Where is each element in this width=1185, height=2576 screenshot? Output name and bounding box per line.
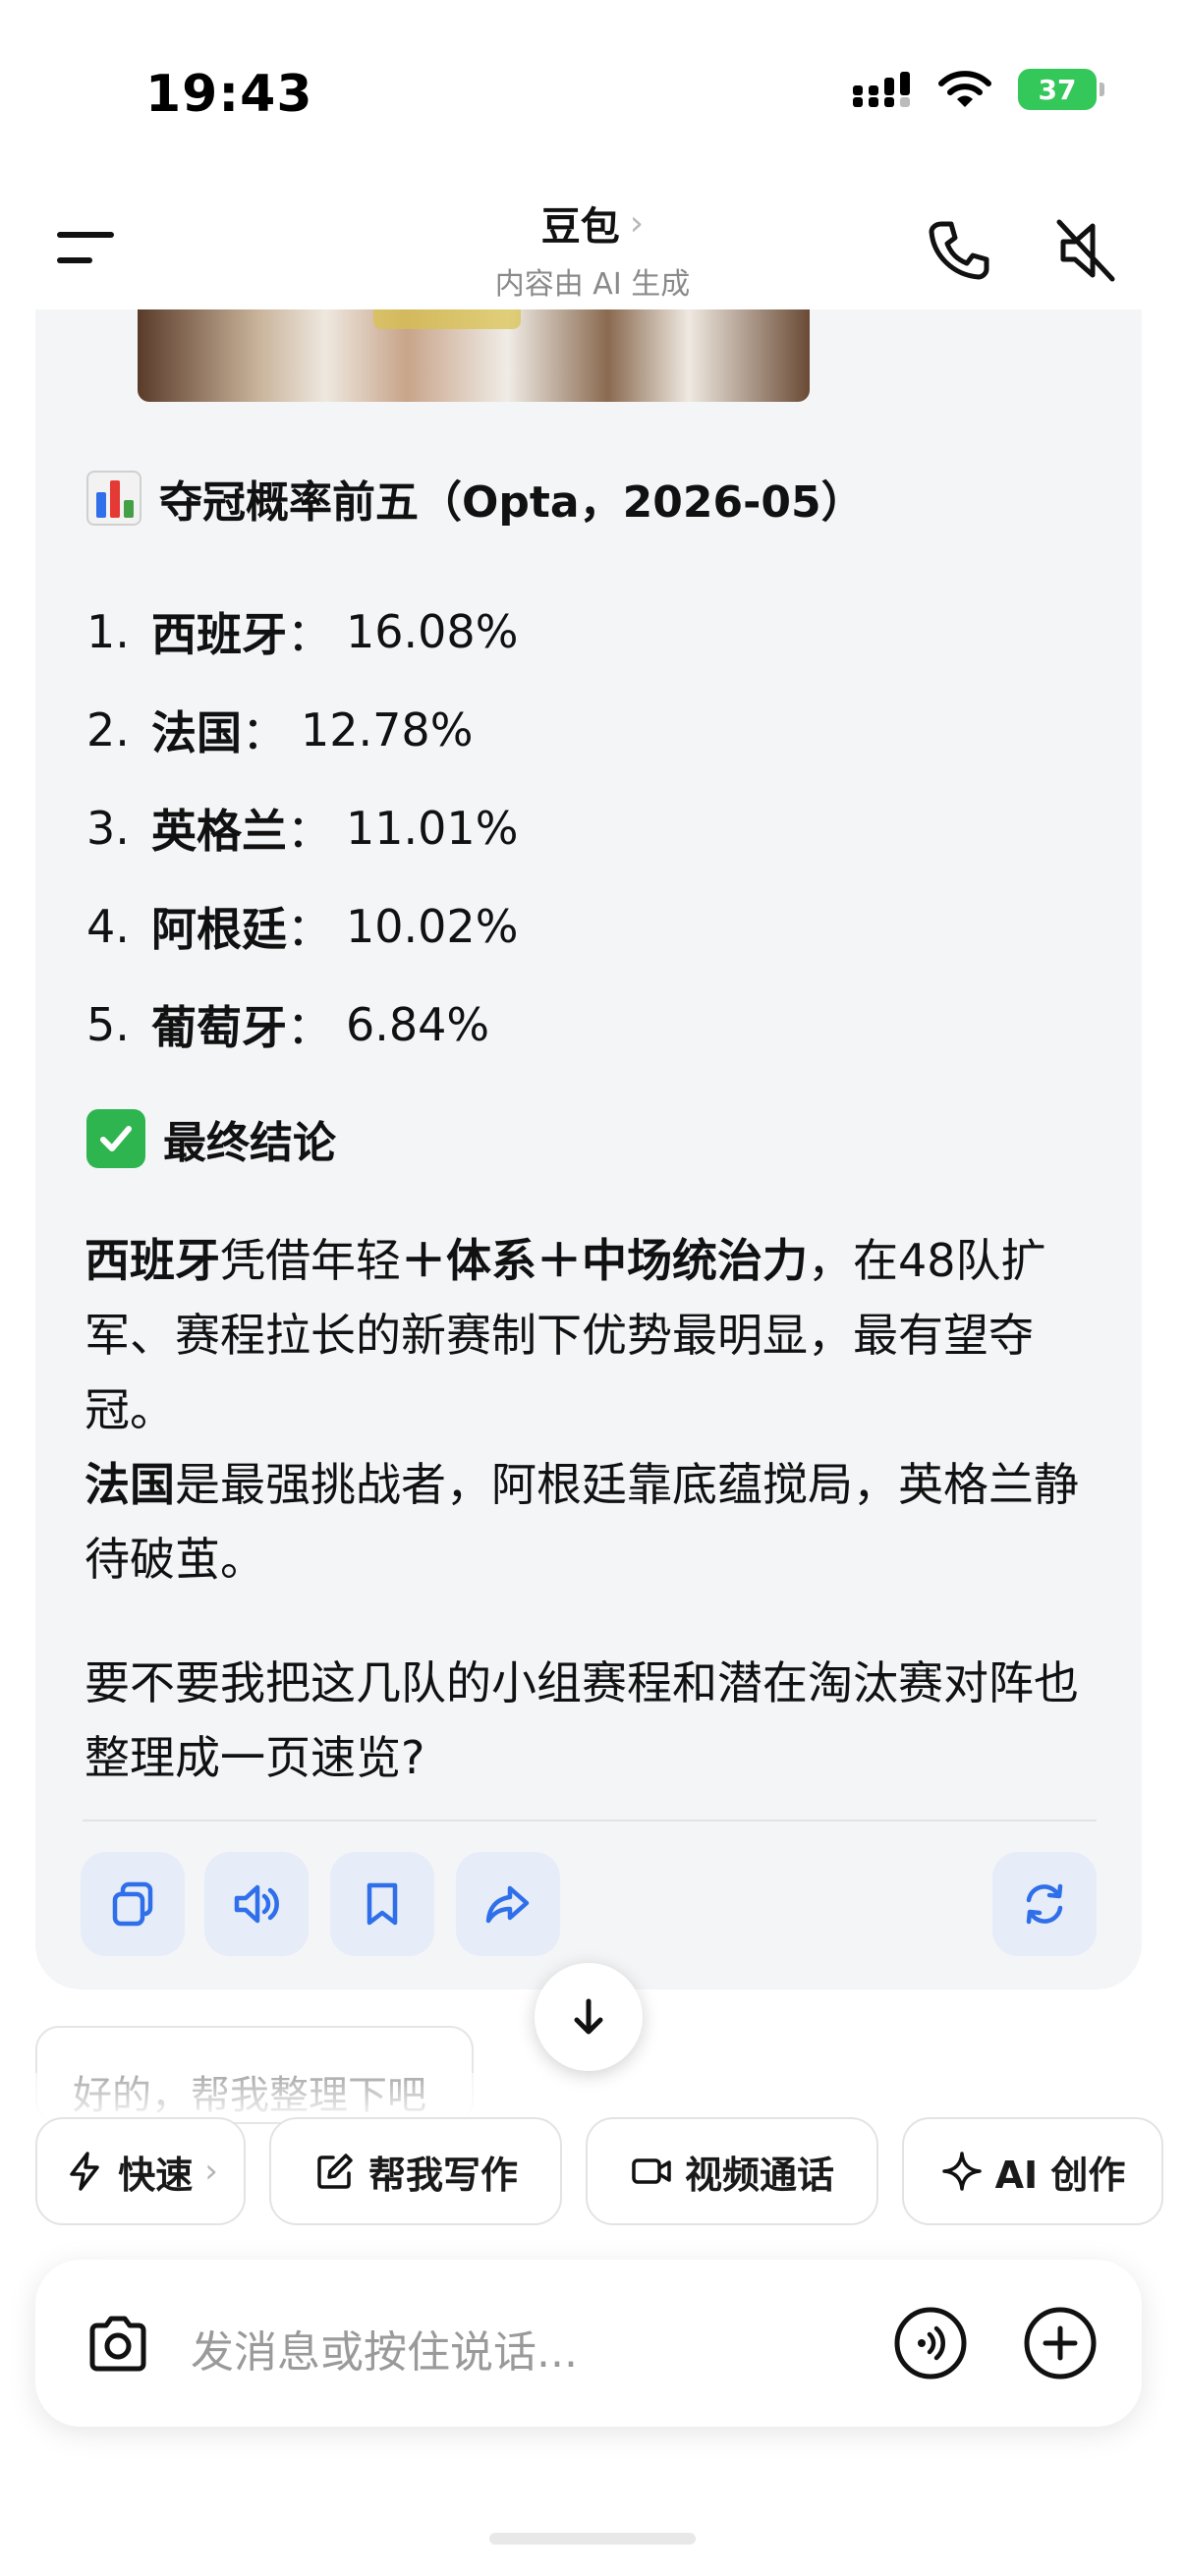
separator: ： <box>287 608 332 661</box>
edit-icon <box>317 2154 353 2189</box>
chevron-right-icon: › <box>204 2152 218 2191</box>
fade-overlay <box>0 2073 1185 2122</box>
section-heading-conclusion: 最终结论 <box>86 1107 336 1170</box>
voice-input-icon[interactable] <box>892 2305 969 2381</box>
ranking-item: 4. 阿根廷 ： 10.02% <box>86 877 518 976</box>
probability: 12.78% <box>301 703 474 756</box>
app-screen: 19:43 37 豆包 › 内容由 AI 生成 夺冠概率前五（Opta，2026… <box>0 0 1185 2576</box>
speaker-icon <box>234 1884 279 1924</box>
nav-title[interactable]: 豆包 › <box>541 195 644 252</box>
team-name: 英格兰 <box>151 805 287 858</box>
divider <box>83 1820 1097 1821</box>
sparkle-icon <box>941 2152 982 2191</box>
status-icons: 37 <box>851 69 1104 110</box>
camera-icon[interactable] <box>83 2309 153 2380</box>
section-heading-ranking: 夺冠概率前五（Opta，2026-05） <box>86 467 865 530</box>
chip-label: 视频通话 <box>684 2153 834 2197</box>
section-title-text: 夺冠概率前五（Opta，2026-05） <box>159 477 865 528</box>
separator: ： <box>287 1001 332 1054</box>
probability: 11.01% <box>346 802 519 855</box>
text: 凭借年轻 <box>220 1234 401 1287</box>
rank-number: 3. <box>86 802 130 855</box>
status-bar: 19:43 37 <box>0 0 1185 187</box>
rank-number: 4. <box>86 900 130 953</box>
regenerate-button[interactable] <box>992 1852 1097 1956</box>
nav-title-group[interactable]: 豆包 › 内容由 AI 生成 <box>0 195 1185 303</box>
speaker-muted-icon[interactable] <box>1053 216 1118 285</box>
phone-icon[interactable] <box>924 216 992 285</box>
nav-header: 豆包 › 内容由 AI 生成 <box>0 187 1185 309</box>
status-time: 19:43 <box>145 65 313 124</box>
message-input[interactable]: 发消息或按住说话... <box>191 2317 578 2380</box>
ranking-item: 2. 法国 ： 12.78% <box>86 681 518 779</box>
follow-up-question: 要不要我把这几队的小组赛程和潜在淘汰赛对阵也整理成一页速览? <box>85 1656 1079 1784</box>
bookmark-button[interactable] <box>330 1852 434 1956</box>
conclusion-paragraph-1: 西班牙凭借年轻＋体系＋中场统治力，在48队扩军、赛程拉长的新赛制下优势最明显，最… <box>85 1223 1106 1447</box>
read-aloud-button[interactable] <box>204 1852 309 1956</box>
image-caption-overlay <box>373 309 521 329</box>
section-title-text: 最终结论 <box>163 1118 336 1168</box>
ranking-item: 5. 葡萄牙 ： 6.84% <box>86 976 518 1074</box>
bot-name: 豆包 <box>540 204 620 250</box>
rank-number: 5. <box>86 998 130 1051</box>
share-icon <box>485 1885 530 1924</box>
bold-text: 西班牙 <box>85 1234 220 1287</box>
video-camera-icon <box>632 2158 671 2184</box>
chip-label: AI 创作 <box>994 2153 1126 2197</box>
share-button[interactable] <box>456 1852 560 1956</box>
team-name: 西班牙 <box>151 608 287 661</box>
nav-subtitle: 内容由 AI 生成 <box>494 267 691 302</box>
arrow-down-icon <box>574 1998 603 2035</box>
battery-level: 37 <box>1038 73 1077 106</box>
separator: ： <box>287 805 332 858</box>
text: 是最强挑战者，阿根廷靠底蕴搅局，英格兰静待破茧。 <box>85 1458 1079 1586</box>
lightning-icon <box>70 2152 99 2191</box>
battery-icon: 37 <box>1018 69 1104 110</box>
ranking-item: 3. 英格兰 ： 11.01% <box>86 779 518 877</box>
separator: ： <box>287 903 332 956</box>
fast-mode-chip[interactable]: 快速 › <box>35 2117 246 2225</box>
team-name: 葡萄牙 <box>151 1001 287 1054</box>
probability: 6.84% <box>346 998 490 1051</box>
message-input-bar: 发消息或按住说话... <box>35 2260 1142 2427</box>
ranking-item: 1. 西班牙 ： 16.08% <box>86 583 518 681</box>
cellular-signal-icon <box>853 72 910 107</box>
plus-icon[interactable] <box>1022 2305 1099 2381</box>
scroll-to-bottom-button[interactable] <box>535 1963 643 2071</box>
home-indicator <box>489 2533 696 2545</box>
bar-chart-emoji-icon <box>86 471 141 526</box>
message-image[interactable] <box>138 309 810 402</box>
rank-number: 2. <box>86 703 130 756</box>
chevron-right-icon: › <box>629 202 645 244</box>
chip-label: 快速 <box>118 2153 194 2197</box>
bookmark-icon <box>367 1882 398 1926</box>
team-name: 法国 <box>151 706 242 759</box>
rank-number: 1. <box>86 605 130 658</box>
ai-create-chip[interactable]: AI 创作 <box>902 2117 1163 2225</box>
probability: 16.08% <box>346 605 519 658</box>
video-call-chip[interactable]: 视频通话 <box>586 2117 878 2225</box>
conclusion-paragraph-2: 法国是最强挑战者，阿根廷靠底蕴搅局，英格兰静待破茧。 <box>85 1447 1106 1596</box>
ranking-list: 1. 西班牙 ： 16.08% 2. 法国 ： 12.78% 3. 英格兰 ： … <box>86 583 518 1074</box>
bold-text: 法国 <box>85 1458 175 1511</box>
copy-button[interactable] <box>81 1852 185 1956</box>
team-name: 阿根廷 <box>151 903 287 956</box>
bold-text: ＋体系＋中场统治力 <box>401 1234 808 1287</box>
probability: 10.02% <box>346 900 519 953</box>
copy-icon <box>112 1881 153 1927</box>
chip-label: 帮我写作 <box>367 2153 518 2197</box>
regenerate-icon <box>1026 1883 1063 1925</box>
check-mark-emoji-icon <box>86 1109 145 1168</box>
separator: ： <box>242 706 287 759</box>
ai-message-card: 夺冠概率前五（Opta，2026-05） 1. 西班牙 ： 16.08% 2. … <box>35 309 1142 1989</box>
wifi-icon <box>938 71 991 107</box>
help-me-write-chip[interactable]: 帮我写作 <box>269 2117 562 2225</box>
